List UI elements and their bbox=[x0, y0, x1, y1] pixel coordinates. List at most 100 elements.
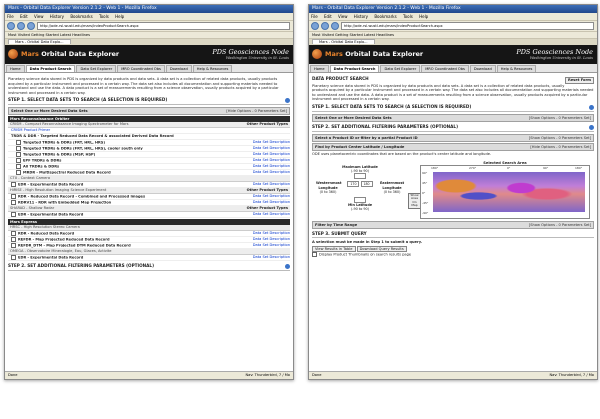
nav-download[interactable]: Download bbox=[165, 65, 192, 72]
back-icon[interactable] bbox=[7, 22, 15, 30]
menu-view[interactable]: View bbox=[338, 14, 348, 19]
dataset-description-link[interactable]: Data Set Description bbox=[253, 152, 290, 157]
thumbnails-checkbox[interactable] bbox=[312, 252, 317, 258]
dataset-checkbox[interactable] bbox=[11, 194, 16, 200]
mars-logo-icon bbox=[8, 49, 18, 59]
menu-bookmarks[interactable]: Bookmarks bbox=[70, 14, 92, 19]
dataset-label: EPF TRDRs & DDRs bbox=[23, 158, 62, 163]
menu-bookmarks[interactable]: Bookmarks bbox=[374, 14, 396, 19]
east-lon-input[interactable]: 180 bbox=[360, 181, 373, 188]
dataset-description-link[interactable]: Data Set Description bbox=[253, 194, 290, 199]
menu-view[interactable]: View bbox=[34, 14, 44, 19]
menu-history[interactable]: History bbox=[50, 14, 64, 19]
dataset-description-link[interactable]: Data Set Description bbox=[253, 158, 290, 163]
dataset-description-link[interactable]: Data Set Description bbox=[253, 164, 290, 169]
dataset-checkbox[interactable] bbox=[16, 152, 21, 158]
forward-icon[interactable] bbox=[321, 22, 329, 30]
nav-home[interactable]: Home bbox=[6, 65, 25, 72]
browser-tab[interactable]: Mars - Orbital Data Explo... bbox=[8, 39, 71, 44]
nav-data-product-search[interactable]: Data Product Search bbox=[329, 65, 380, 72]
menu-edit[interactable]: Edit bbox=[324, 14, 332, 19]
browser-tab[interactable]: Mars - Orbital Data Explo... bbox=[312, 39, 375, 44]
dataset-checkbox[interactable] bbox=[16, 164, 21, 170]
menu-file[interactable]: File bbox=[7, 14, 14, 19]
nav-data-set-explorer[interactable]: Data Set Explorer bbox=[76, 65, 117, 72]
menu-tools[interactable]: Tools bbox=[403, 14, 413, 19]
dataset-checkbox[interactable] bbox=[11, 237, 16, 243]
menu-help[interactable]: Help bbox=[115, 14, 124, 19]
dataset-checkbox[interactable] bbox=[16, 140, 21, 146]
menu-bar: File Edit View History Bookmarks Tools H… bbox=[309, 13, 597, 21]
download-results-button[interactable]: Download Query Results bbox=[356, 245, 407, 253]
back-icon[interactable] bbox=[311, 22, 319, 30]
dataset-row[interactable]: EDR - Experimental Data Record Data Set D… bbox=[8, 255, 290, 262]
dataset-description-link[interactable]: Data Set Description bbox=[253, 212, 290, 217]
forward-icon[interactable] bbox=[17, 22, 25, 30]
url-bar[interactable]: http://ode.rsl.wustl.edu/mars/indexProdu… bbox=[341, 22, 594, 30]
nav-home[interactable]: Home bbox=[310, 65, 329, 72]
nav-help[interactable]: Help & Resources bbox=[496, 65, 537, 72]
west-lon-input[interactable]: 170 bbox=[347, 181, 360, 188]
dataset-description-link[interactable]: Data Set Description bbox=[253, 140, 290, 145]
reload-icon[interactable] bbox=[331, 22, 339, 30]
nav-mro-coordinated-obs[interactable]: MRO Coordinated Obs bbox=[421, 65, 469, 72]
dataset-description-link[interactable]: Data Set Description bbox=[253, 231, 290, 236]
step1-heading: STEP 1. SELECT DATA SETS TO SEARCH (A SE… bbox=[312, 104, 594, 112]
dataset-description-link[interactable]: Data Set Description bbox=[253, 255, 290, 260]
coordinate-inputs: Maximum Latitude (-90 to 90) Westernmost… bbox=[316, 165, 404, 212]
dataset-checkbox[interactable] bbox=[11, 182, 16, 188]
other-product-types[interactable]: Other Product Types bbox=[247, 122, 288, 127]
reset-form-button[interactable]: Reset Form bbox=[564, 77, 594, 84]
product-id-bar[interactable]: Select a Product ID or filter by a parti… bbox=[312, 133, 594, 142]
menu-edit[interactable]: Edit bbox=[20, 14, 28, 19]
dataset-description-link[interactable]: Data Set Description bbox=[253, 200, 290, 205]
dataset-checkbox[interactable] bbox=[16, 146, 21, 152]
nav-toolbar: http://ode.rsl.wustl.edu/mars/indexProdu… bbox=[5, 21, 293, 32]
menu-tools[interactable]: Tools bbox=[99, 14, 109, 19]
view-results-button[interactable]: View Results in Table bbox=[312, 245, 356, 253]
help-icon[interactable] bbox=[285, 264, 290, 270]
bookmarks-bar[interactable]: Most Visited Getting Started Latest Head… bbox=[309, 32, 597, 39]
dataset-checkbox[interactable] bbox=[16, 158, 21, 164]
nav-data-product-search[interactable]: Data Product Search bbox=[25, 65, 76, 72]
dataset-description-link[interactable]: Data Set Description bbox=[253, 182, 290, 187]
other-product-types[interactable]: Other Product Types bbox=[247, 206, 288, 211]
nav-download[interactable]: Download bbox=[469, 65, 496, 72]
time-range-bar[interactable]: Filter by Time Range [Show Options - 0 Pa… bbox=[312, 220, 594, 229]
latlon-bar[interactable]: Find by Product Center Latitude / Longit… bbox=[312, 142, 594, 151]
dataset-row[interactable]: EDR - Experimental Data Record Data Set D… bbox=[8, 212, 290, 219]
dataset-checkbox[interactable] bbox=[16, 170, 21, 176]
min-lat-input[interactable] bbox=[354, 196, 366, 203]
help-icon[interactable] bbox=[589, 104, 594, 110]
dataset-checkbox[interactable] bbox=[11, 212, 16, 218]
nav-help[interactable]: Help & Resources bbox=[192, 65, 233, 72]
menu-history[interactable]: History bbox=[354, 14, 368, 19]
max-lat-input[interactable] bbox=[354, 173, 366, 180]
nav-toolbar: http://ode.rsl.wustl.edu/mars/indexProdu… bbox=[309, 21, 597, 32]
dataset-checkbox[interactable] bbox=[11, 200, 16, 206]
dataset-checkbox[interactable] bbox=[11, 231, 16, 237]
url-bar[interactable]: http://ode.rsl.wustl.edu/mars/indexProdu… bbox=[37, 22, 290, 30]
select-datasets-bar[interactable]: Select One or More Desired Data Sets [Sho… bbox=[312, 113, 594, 122]
reload-icon[interactable] bbox=[27, 22, 35, 30]
dataset-description-link[interactable]: Data Set Description bbox=[253, 146, 290, 151]
west-lon-label: Westernmost Longitude bbox=[316, 181, 342, 190]
menu-file[interactable]: File bbox=[311, 14, 318, 19]
bookmarks-bar[interactable]: Most Visited Getting Started Latest Head… bbox=[5, 32, 293, 39]
dataset-description-link[interactable]: Data Set Description bbox=[253, 237, 290, 242]
mars-map-image[interactable] bbox=[433, 171, 585, 212]
status-right: Nav: Thunderbird, 7 / Mo bbox=[549, 373, 594, 377]
dataset-checkbox[interactable] bbox=[11, 243, 16, 249]
mars-map[interactable]: Selected Search Area 180° 270° 0° 90° 18… bbox=[420, 161, 590, 219]
dataset-description-link[interactable]: Data Set Description bbox=[253, 170, 290, 175]
nav-data-set-explorer[interactable]: Data Set Explorer bbox=[380, 65, 421, 72]
step1-heading: STEP 1. SELECT DATA SETS TO SEARCH (A SE… bbox=[8, 98, 290, 106]
menu-help[interactable]: Help bbox=[419, 14, 428, 19]
dataset-checkbox[interactable] bbox=[11, 255, 16, 261]
nav-mro-coordinated-obs[interactable]: MRO Coordinated Obs bbox=[117, 65, 165, 72]
dataset-description-link[interactable]: Data Set Description bbox=[253, 243, 290, 248]
help-icon[interactable] bbox=[285, 98, 290, 104]
select-datasets-bar[interactable]: Select One or More Desired Data Sets [Hid… bbox=[8, 107, 290, 116]
other-product-types[interactable]: Other Product Types bbox=[247, 188, 288, 193]
help-icon[interactable] bbox=[589, 124, 594, 130]
